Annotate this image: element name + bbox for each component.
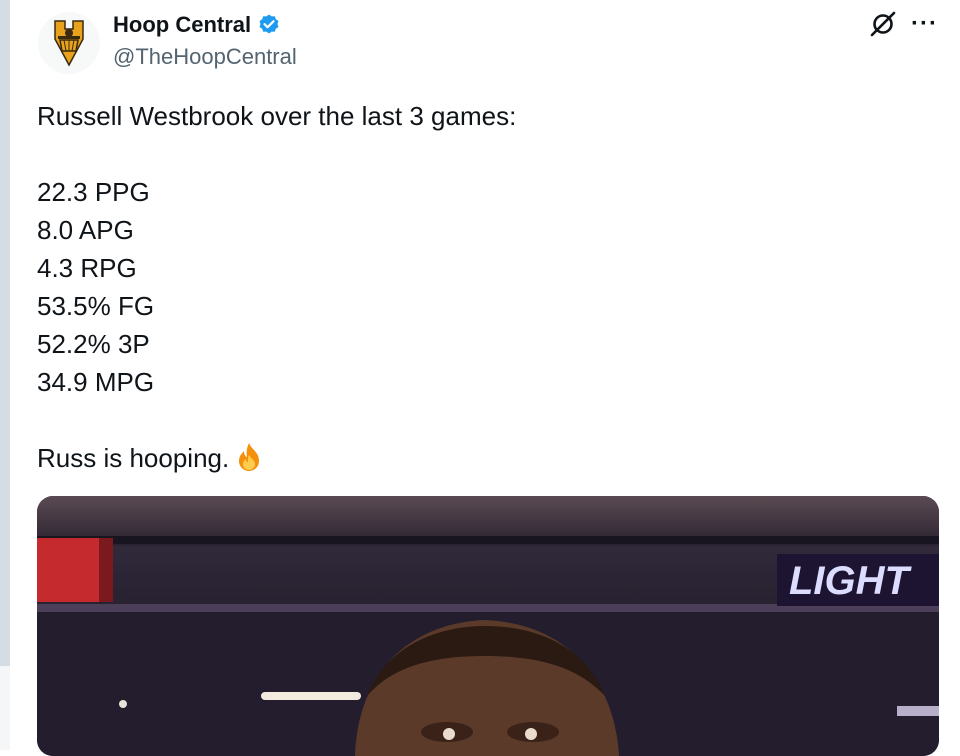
grok-icon[interactable] (869, 10, 897, 38)
more-options-icon[interactable]: ··· (911, 10, 938, 38)
arena-sign-text: LIGHT (789, 559, 913, 603)
left-rail (0, 0, 10, 666)
author-name[interactable]: Hoop Central (113, 12, 251, 38)
author-avatar[interactable] (38, 12, 100, 74)
tweet-intro: Russell Westbrook over the last 3 games: (37, 101, 517, 131)
tweet-top-actions: ··· (869, 10, 938, 38)
stat-line: 34.9 MPG (37, 367, 155, 397)
stat-line: 8.0 APG (37, 215, 134, 245)
stat-line: 52.2% 3P (37, 329, 150, 359)
stat-line: 22.3 PPG (37, 177, 150, 207)
author-name-row[interactable]: Hoop Central (113, 12, 281, 38)
tweet-text: Russell Westbrook over the last 3 games:… (37, 97, 917, 477)
hoop-central-logo-icon (54, 20, 84, 67)
verified-badge-icon (259, 14, 279, 34)
stat-line: 4.3 RPG (37, 253, 137, 283)
tweet-closing: Russ is hooping. (37, 443, 230, 473)
photo-scene: LIGHT (37, 496, 939, 756)
tweet-closing-line: Russ is hooping. (37, 439, 917, 477)
stat-line: 53.5% FG (37, 291, 155, 321)
author-handle[interactable]: @TheHoopCentral (113, 44, 297, 70)
left-rail-lower (0, 666, 10, 750)
tweet-media-photo[interactable]: LIGHT (37, 496, 939, 756)
fire-emoji-icon (239, 443, 260, 471)
